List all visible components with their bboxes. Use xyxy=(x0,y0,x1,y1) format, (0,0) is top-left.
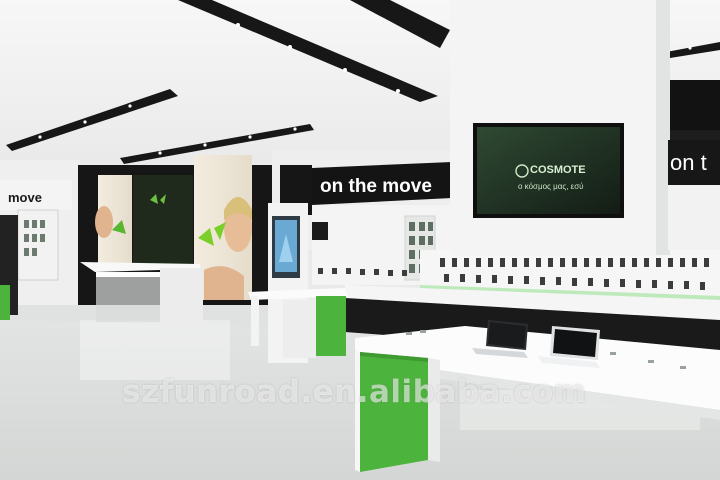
slogan-banner-text: on the move xyxy=(320,176,432,197)
slogan-left-text: move xyxy=(8,190,42,205)
store-interior-photo: on the move move on t COSMOTE ο κόσμος μ… xyxy=(0,0,720,480)
tv-tagline-text: ο κόσμος μας, εσύ xyxy=(518,182,584,191)
watermark: szfunroad.en.alibaba.com xyxy=(122,374,587,410)
green-counter-panel xyxy=(316,296,346,356)
green-table-leg xyxy=(360,352,428,472)
floor-reflection xyxy=(80,320,230,380)
small-wall-monitor xyxy=(312,222,328,240)
tv-brand-text: COSMOTE xyxy=(530,164,586,176)
slogan-right-text: on t xyxy=(670,150,707,175)
